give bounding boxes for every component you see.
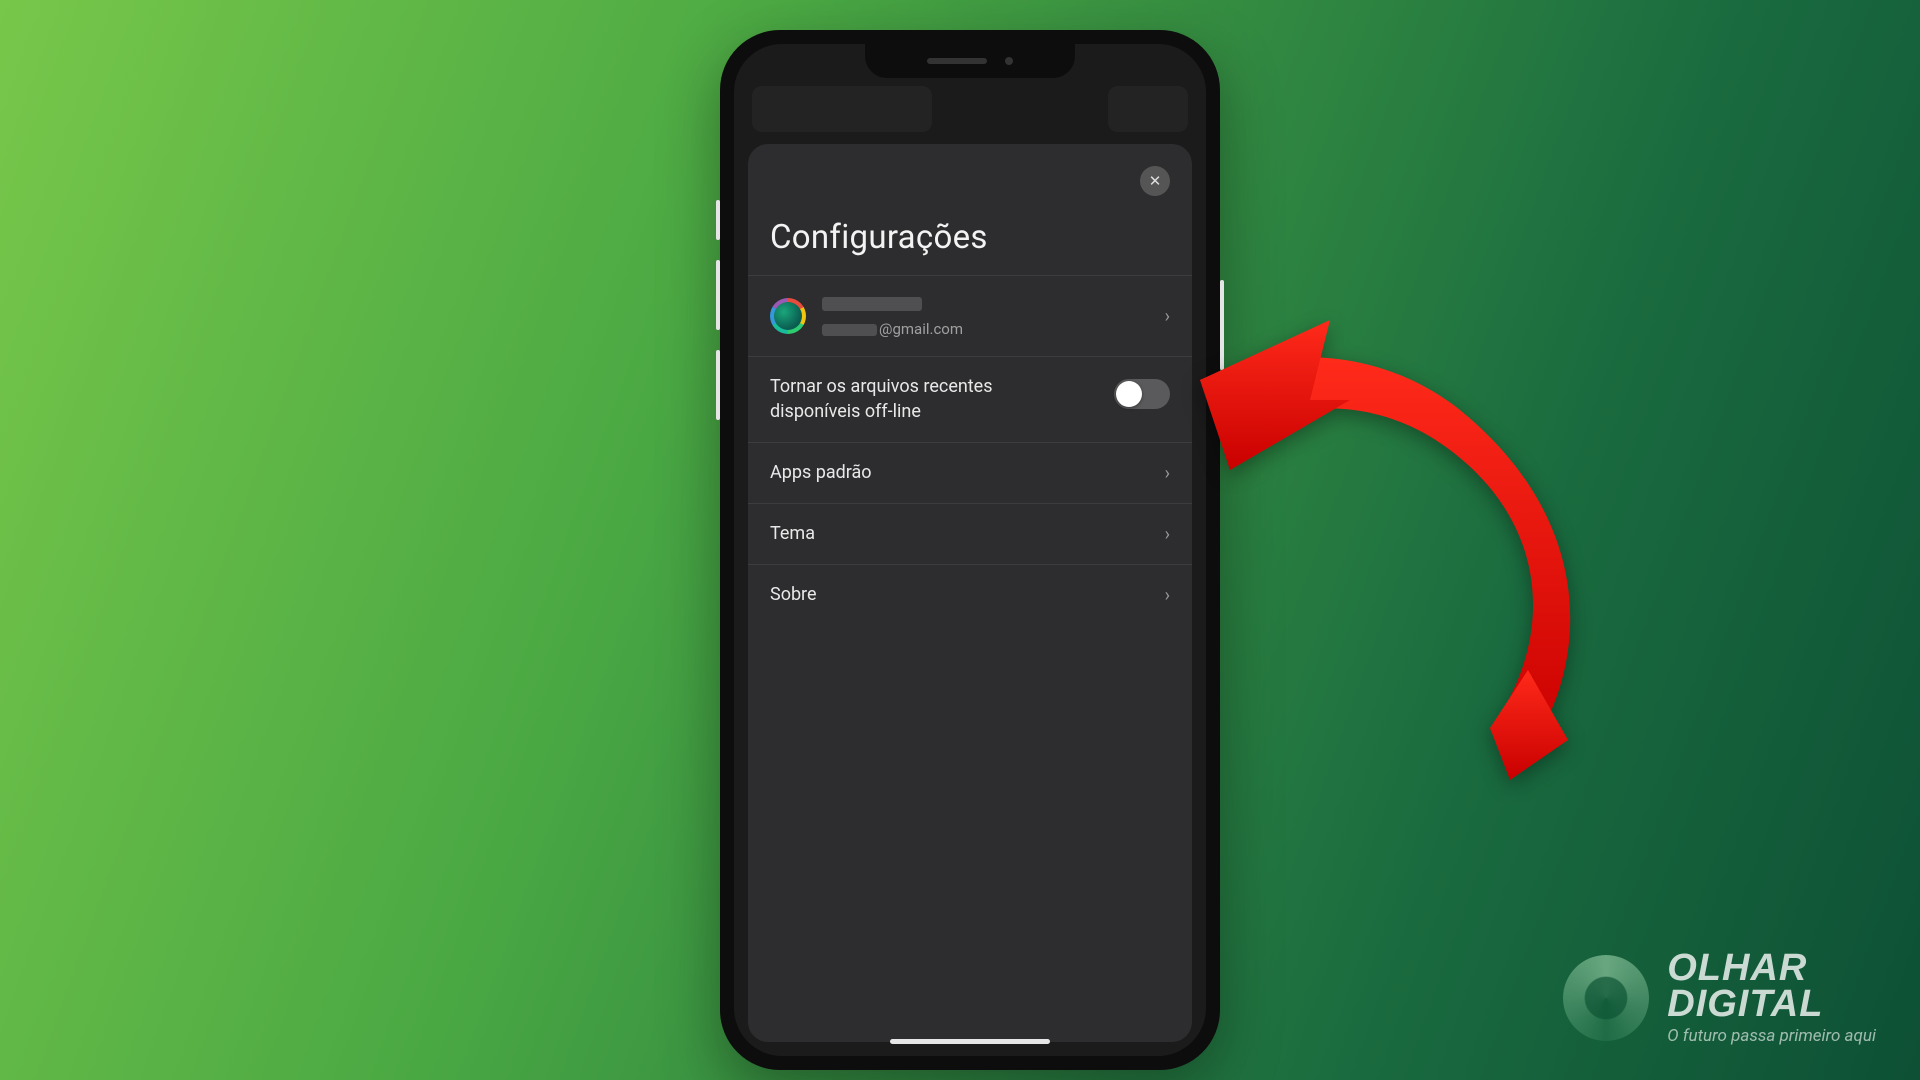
front-camera (1005, 57, 1013, 65)
theme-row[interactable]: Tema › (748, 503, 1192, 564)
account-label-area: @gmail.com (822, 294, 1165, 338)
account-name (822, 294, 1165, 318)
about-row[interactable]: Sobre › (748, 564, 1192, 625)
watermark-tagline: O futuro passa primeiro aqui (1667, 1026, 1876, 1046)
watermark-brand-line2: DIGITAL (1667, 986, 1876, 1022)
volume-mute-button (716, 200, 720, 240)
background-app-bar (752, 86, 932, 132)
sheet-fade (748, 962, 1192, 1042)
account-row[interactable]: @gmail.com › (748, 275, 1192, 356)
watermark-brand-line1: OLHAR (1667, 950, 1876, 986)
watermark-text: OLHAR DIGITAL O futuro passa primeiro aq… (1667, 950, 1876, 1046)
sheet-header: ✕ Configurações (748, 144, 1192, 275)
avatar (770, 298, 806, 334)
phone-screen: ✕ Configurações @gmail.com (734, 44, 1206, 1056)
account-email: @gmail.com (822, 320, 1165, 338)
about-label: Sobre (770, 583, 1165, 607)
default-apps-label: Apps padrão (770, 461, 1165, 485)
speaker-grille (927, 58, 987, 64)
watermark: OLHAR DIGITAL O futuro passa primeiro aq… (1563, 950, 1876, 1046)
email-domain: @gmail.com (879, 320, 963, 338)
chevron-right-icon: › (1165, 524, 1170, 545)
power-button (1220, 280, 1224, 370)
default-apps-label-area: Apps padrão (770, 461, 1165, 485)
toggle-knob (1116, 381, 1142, 407)
home-indicator[interactable] (890, 1039, 1050, 1044)
default-apps-row[interactable]: Apps padrão › (748, 442, 1192, 503)
redacted-email-user (822, 324, 877, 336)
background-app-bar (1108, 86, 1188, 132)
offline-label: Tornar os arquivos recentes disponíveis … (770, 375, 1080, 424)
theme-label-area: Tema (770, 522, 1165, 546)
volume-up-button (716, 260, 720, 330)
chevron-right-icon: › (1165, 463, 1170, 484)
volume-down-button (716, 350, 720, 420)
settings-list: @gmail.com › Tornar os arquivos recentes… (748, 275, 1192, 626)
phone-frame: ✕ Configurações @gmail.com (720, 30, 1220, 1070)
close-button[interactable]: ✕ (1140, 166, 1170, 196)
offline-toggle-row[interactable]: Tornar os arquivos recentes disponíveis … (748, 356, 1192, 442)
avatar-inner (774, 302, 802, 330)
close-icon: ✕ (1149, 172, 1162, 190)
offline-toggle[interactable] (1114, 379, 1170, 409)
settings-sheet: ✕ Configurações @gmail.com (748, 144, 1192, 1042)
offline-label-area: Tornar os arquivos recentes disponíveis … (770, 375, 1114, 424)
theme-label: Tema (770, 522, 1165, 546)
sheet-title: Configurações (770, 218, 1170, 257)
phone-notch (865, 44, 1075, 78)
chevron-right-icon: › (1165, 585, 1170, 606)
chevron-right-icon: › (1165, 306, 1170, 327)
watermark-ring-icon (1563, 955, 1649, 1041)
redacted-name (822, 297, 922, 311)
annotation-arrow (1160, 310, 1620, 770)
about-label-area: Sobre (770, 583, 1165, 607)
